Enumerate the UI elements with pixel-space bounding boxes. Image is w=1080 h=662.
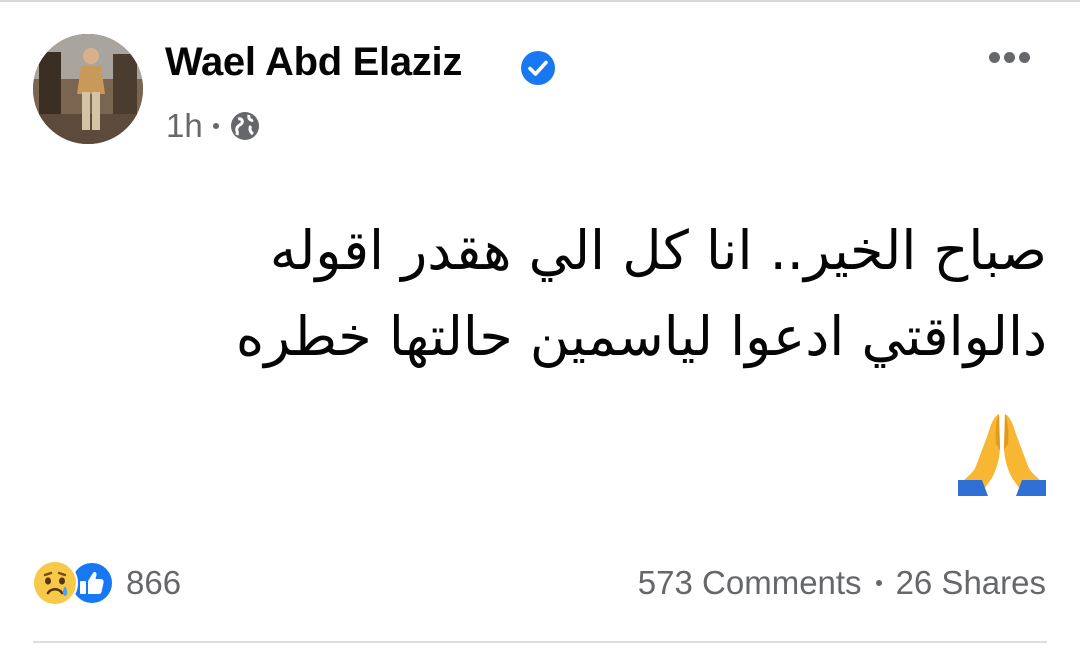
more-dot	[1018, 51, 1030, 63]
more-dot	[1003, 51, 1015, 63]
globe-icon[interactable]	[229, 110, 261, 142]
profile-photo-icon	[33, 34, 143, 144]
top-border	[0, 0, 1080, 2]
avatar[interactable]	[33, 34, 143, 144]
divider	[33, 641, 1047, 643]
more-horizontal-icon	[988, 51, 1000, 63]
separator-dot	[875, 580, 882, 586]
sad-reaction-icon	[32, 560, 78, 606]
comments-link[interactable]: 573 Comments	[638, 564, 862, 602]
post-text: صباح الخير.. انا كل الي هقدر اقوله دالوا…	[90, 208, 1047, 380]
engagement-summary: 573 Comments 26 Shares	[638, 560, 1046, 606]
post-header: Wael Abd Elaziz 1h	[33, 34, 1047, 146]
post-meta: 1h	[166, 106, 261, 146]
shares-link[interactable]: 26 Shares	[896, 564, 1046, 602]
more-options-button[interactable]	[981, 42, 1037, 72]
verified-badge-icon	[521, 51, 555, 85]
post-text-line: دالواقتي ادعوا لياسمين حالتها خطره	[235, 305, 1047, 368]
reactions-summary[interactable]: 866	[32, 560, 181, 606]
separator-dot	[212, 123, 219, 129]
post-time[interactable]: 1h	[166, 107, 203, 145]
reaction-count: 866	[126, 564, 182, 601]
folded-hands-emoji-icon	[958, 414, 1046, 496]
post-text-line: صباح الخير.. انا كل الي هقدر اقوله	[269, 219, 1047, 282]
author-name[interactable]: Wael Abd Elaziz	[165, 40, 462, 85]
